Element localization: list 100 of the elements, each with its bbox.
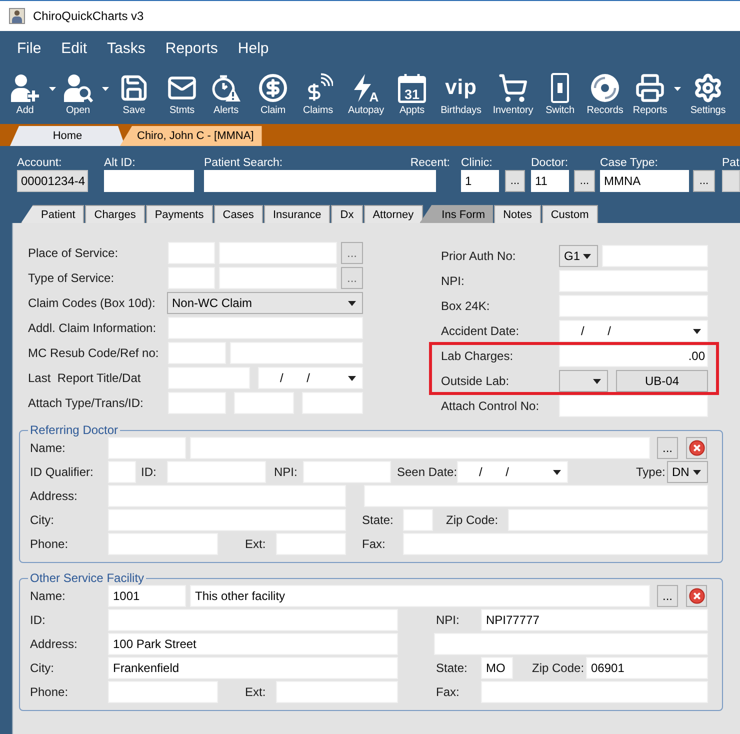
dropdown-field[interactable] <box>559 370 608 392</box>
menu-item[interactable]: Edit <box>61 40 88 58</box>
section-tab[interactable]: Charges <box>85 205 145 223</box>
input-field[interactable]: This other facility <box>190 585 650 607</box>
input-field[interactable] <box>276 681 398 703</box>
input-field[interactable] <box>559 395 708 417</box>
input-field[interactable] <box>108 533 218 555</box>
section-tab[interactable]: Custom <box>542 205 598 223</box>
section-tab[interactable]: Ins Form <box>420 205 494 223</box>
input-field[interactable] <box>168 342 226 364</box>
browse-button[interactable]: ... <box>657 585 678 607</box>
input-field[interactable] <box>219 242 337 264</box>
input-field[interactable] <box>230 342 363 364</box>
input-field[interactable]: 1001 <box>108 585 186 607</box>
browse-button[interactable]: ... <box>341 242 363 264</box>
input-field[interactable] <box>302 392 363 414</box>
input-field[interactable] <box>168 367 250 389</box>
browse-button[interactable]: ... <box>657 437 678 459</box>
section-tab[interactable]: Cases <box>214 205 263 223</box>
amount-field[interactable]: .00 <box>559 345 708 367</box>
input-field[interactable] <box>108 437 186 459</box>
input-field[interactable] <box>559 295 708 317</box>
field-label: Outside Lab: <box>441 374 510 388</box>
readonly-field[interactable]: 00001234-4 <box>17 170 88 192</box>
input-field[interactable] <box>276 533 346 555</box>
clear-button[interactable] <box>686 585 707 607</box>
toolbar-button[interactable]: Open <box>56 73 109 117</box>
browse-button[interactable]: ... <box>505 170 525 192</box>
input-field[interactable] <box>108 609 398 631</box>
section-tab[interactable]: Payments <box>146 205 213 223</box>
dropdown-field[interactable]: DN <box>667 461 708 483</box>
input-field[interactable]: 100 Park Street <box>108 633 398 655</box>
menu-item[interactable]: Help <box>238 40 269 58</box>
input-field[interactable] <box>481 681 708 703</box>
vip-text: vip <box>445 75 477 101</box>
section-tab[interactable]: Attorney <box>364 205 423 223</box>
input-field[interactable]: Frankenfield <box>108 657 398 679</box>
input-field[interactable]: MO <box>481 657 513 679</box>
input-field[interactable] <box>234 392 294 414</box>
toolbar-button[interactable]: Save <box>112 73 156 117</box>
input-field[interactable] <box>168 317 363 339</box>
toolbar-button[interactable]: Inventory <box>491 73 535 117</box>
toolbar-button[interactable]: Switch <box>538 73 582 117</box>
date-field[interactable]: / / <box>457 461 568 483</box>
section-tab[interactable]: Notes <box>494 205 541 223</box>
dropdown-field[interactable]: Non-WC Claim <box>167 292 363 314</box>
toolbar-button[interactable]: Records <box>583 73 627 117</box>
browse-button[interactable]: ... <box>574 170 595 192</box>
menu-item[interactable]: Tasks <box>107 40 146 58</box>
input-field[interactable] <box>559 270 708 292</box>
date-field[interactable]: / / <box>258 367 363 389</box>
input-field[interactable] <box>403 533 708 555</box>
toolbar-button[interactable]: A Autopay <box>344 73 388 117</box>
input-field[interactable] <box>108 461 136 483</box>
toolbar-button[interactable]: Alerts <box>204 73 248 117</box>
section-tab[interactable]: Dx <box>331 205 363 223</box>
field-label: Lab Charges: <box>441 349 514 363</box>
input-field[interactable] <box>190 437 650 459</box>
dropdown-field[interactable]: G1 <box>559 245 598 267</box>
input-field[interactable]: 06901 <box>586 657 708 679</box>
toolbar-button[interactable]: Reports <box>628 73 681 117</box>
menu-item[interactable]: Reports <box>165 40 218 58</box>
input-field[interactable] <box>108 509 346 531</box>
date-field[interactable]: / / <box>559 320 708 342</box>
toolbar-button[interactable]: Add <box>3 73 56 117</box>
input-field[interactable] <box>508 509 708 531</box>
input-field[interactable] <box>168 267 215 289</box>
input-field[interactable] <box>403 509 433 531</box>
form-button[interactable]: UB-04 <box>616 370 708 392</box>
browse-button[interactable]: ... <box>693 170 715 192</box>
toolbar-button[interactable]: Claims <box>296 73 340 117</box>
clear-button[interactable] <box>686 437 707 459</box>
document-tab[interactable]: Chiro, John C - [MMNA] <box>120 126 262 146</box>
readonly-field[interactable] <box>722 170 740 192</box>
input-field[interactable] <box>108 681 218 703</box>
input-field[interactable] <box>303 461 391 483</box>
toolbar-button[interactable]: Settings <box>686 73 730 117</box>
input-field[interactable] <box>108 485 346 507</box>
input-field[interactable] <box>364 485 708 507</box>
input-field[interactable] <box>168 242 215 264</box>
toolbar-button[interactable]: Claim <box>251 73 295 117</box>
field-label: MC Resub Code/Ref no: <box>28 346 160 360</box>
toolbar-button[interactable]: 31 Appts <box>390 73 434 117</box>
toolbar-button[interactable]: vip Birthdays <box>439 73 483 117</box>
input-field[interactable]: 1 <box>461 170 499 192</box>
input-field[interactable]: 11 <box>531 170 569 192</box>
input-field[interactable] <box>434 633 708 655</box>
input-field[interactable] <box>168 392 226 414</box>
field-label: Fax: <box>362 537 386 551</box>
menu-item[interactable]: File <box>17 40 42 58</box>
section-tab[interactable]: Patient <box>21 205 84 223</box>
section-tab[interactable]: Insurance <box>264 205 330 223</box>
toolbar-button[interactable]: Stmts <box>160 73 204 117</box>
browse-button[interactable]: ... <box>341 267 363 289</box>
input-field[interactable] <box>602 245 708 267</box>
input-field[interactable]: MMNA <box>600 170 689 192</box>
input-field[interactable] <box>219 267 337 289</box>
document-tab[interactable]: Home <box>10 126 125 146</box>
input-field[interactable]: NPI77777 <box>481 609 708 631</box>
input-field[interactable] <box>167 461 266 483</box>
